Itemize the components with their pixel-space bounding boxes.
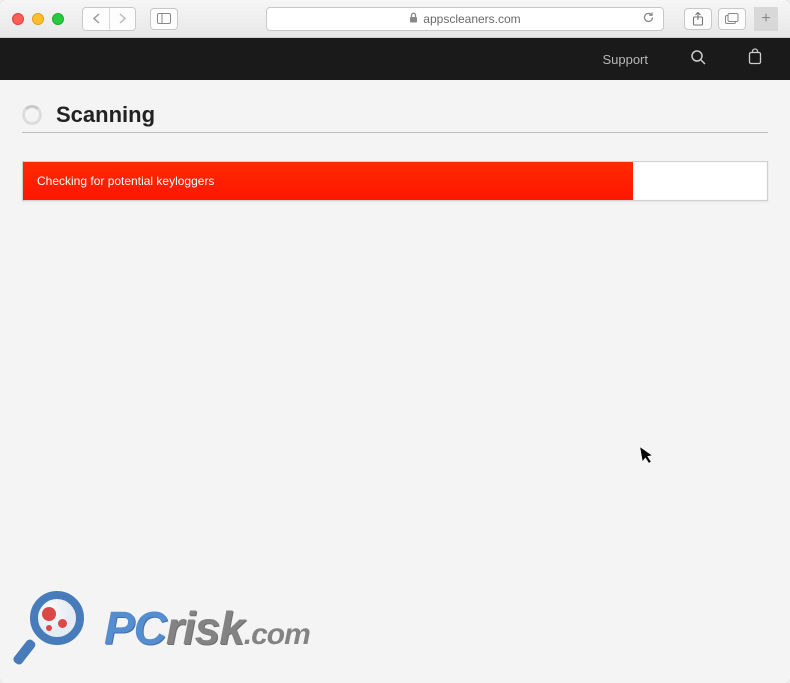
window-controls — [12, 13, 64, 25]
back-button[interactable] — [83, 8, 109, 30]
show-tabs-button[interactable] — [718, 8, 746, 30]
address-bar[interactable]: appscleaners.com — [266, 7, 664, 31]
new-tab-button[interactable]: + — [754, 7, 778, 31]
site-header-bar: Support — [0, 38, 790, 80]
spinner-icon — [22, 105, 42, 125]
progress-status-text: Checking for potential keyloggers — [37, 174, 214, 188]
main-content: Scanning Checking for potential keylogge… — [0, 80, 790, 223]
progress-bar: Checking for potential keyloggers — [22, 161, 768, 201]
page-title: Scanning — [56, 102, 155, 128]
sidebar-toggle-button[interactable] — [150, 8, 178, 30]
watermark-text: PCrisk.com — [104, 601, 310, 655]
url-text: appscleaners.com — [423, 12, 520, 26]
maximize-window-button[interactable] — [52, 13, 64, 25]
safari-window: appscleaners.com + Support — [0, 0, 790, 683]
page-content: Support Scanning Checking for potential … — [0, 38, 790, 683]
toolbar-right-group: + — [684, 7, 778, 31]
forward-button[interactable] — [109, 8, 135, 30]
close-window-button[interactable] — [12, 13, 24, 25]
minimize-window-button[interactable] — [32, 13, 44, 25]
magnifier-icon — [24, 591, 98, 665]
pcrisk-watermark: PCrisk.com — [24, 591, 310, 665]
progress-fill: Checking for potential keyloggers — [23, 162, 633, 200]
nav-button-group — [82, 7, 136, 31]
support-link[interactable]: Support — [602, 52, 648, 67]
reload-icon[interactable] — [642, 11, 655, 27]
browser-title-bar: appscleaners.com + — [0, 0, 790, 38]
mouse-cursor-icon — [640, 445, 656, 470]
search-icon[interactable] — [690, 49, 706, 70]
share-button[interactable] — [684, 8, 712, 30]
shopping-bag-icon[interactable] — [748, 48, 762, 70]
title-row: Scanning — [22, 102, 768, 133]
lock-icon — [409, 12, 418, 26]
